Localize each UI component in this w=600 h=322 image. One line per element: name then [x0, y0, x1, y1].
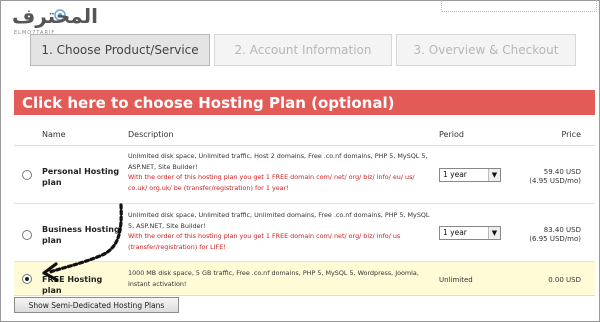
plan-features: Unlimited disk space, Unlimited traffic,…: [128, 211, 430, 230]
plan-features: 1000 MB disk space, 5 GB traffic, Free .…: [128, 269, 419, 288]
header-period: Period: [439, 130, 464, 139]
table-row[interactable]: Personal Hosting plan Unlimited disk spa…: [14, 146, 595, 204]
plan-name: Personal Hosting plan: [42, 167, 120, 187]
plan-radio-business[interactable]: [22, 230, 32, 240]
table-row-selected[interactable]: FREE Hosting plan 1000 MB disk space, 5 …: [14, 262, 595, 296]
choose-hosting-plan-banner[interactable]: Click here to choose Hosting Plan (optio…: [14, 90, 595, 115]
plan-description: 1000 MB disk space, 5 GB traffic, Free .…: [128, 268, 433, 289]
plan-price: 59.40 USD (4.95 USD/mo): [529, 168, 581, 186]
table-row[interactable]: Business Hosting plan Unlimited disk spa…: [14, 204, 595, 262]
price-total: 0.00 USD: [548, 276, 581, 284]
price-total: 83.40 USD: [543, 226, 581, 234]
plan-name: Business Hosting plan: [42, 225, 120, 245]
period-select-business[interactable]: 1 year ▼: [439, 226, 501, 240]
table-header: Name Description Period Price: [14, 124, 595, 146]
chevron-down-icon[interactable]: ▼: [488, 169, 500, 181]
header-name: Name: [42, 130, 66, 139]
step-overview-checkout[interactable]: 3. Overview & Checkout: [396, 34, 576, 66]
period-value: 1 year: [443, 170, 467, 179]
header-price: Price: [561, 130, 581, 139]
show-semi-dedicated-button[interactable]: Show Semi-Dedicated Hosting Plans: [14, 297, 179, 313]
period-value: 1 year: [443, 228, 467, 237]
plan-description: Unlimited disk space, Unlimited traffic,…: [128, 210, 433, 252]
plan-price: 0.00 USD: [548, 276, 581, 285]
price-total: 59.40 USD: [543, 168, 581, 176]
logo-text: المحترف: [12, 4, 99, 28]
plan-name: FREE Hosting plan: [42, 275, 103, 295]
plan-promo: With the order of this hosting plan you …: [128, 232, 401, 251]
price-monthly: (6.95 USD/mo): [529, 235, 581, 243]
step-account-information[interactable]: 2. Account Information: [214, 34, 392, 66]
plan-features: Unlimited disk space, Unlimited traffic,…: [128, 152, 428, 171]
chevron-down-icon[interactable]: ▼: [488, 227, 500, 239]
price-monthly: (4.95 USD/mo): [529, 177, 581, 185]
plan-description: Unlimited disk space, Unlimited traffic,…: [128, 151, 433, 193]
plan-price: 83.40 USD (6.95 USD/mo): [529, 226, 581, 244]
period-value: Unlimited: [439, 276, 473, 284]
plan-radio-free[interactable]: [22, 274, 32, 284]
header-description: Description: [128, 130, 174, 139]
step-choose-product[interactable]: 1. Choose Product/Service: [30, 34, 210, 66]
top-dropdown-edge[interactable]: [441, 0, 597, 12]
plan-radio-personal[interactable]: [22, 170, 32, 180]
plan-promo: With the order of this hosting plan you …: [128, 173, 415, 192]
period-select-personal[interactable]: 1 year ▼: [439, 168, 501, 182]
